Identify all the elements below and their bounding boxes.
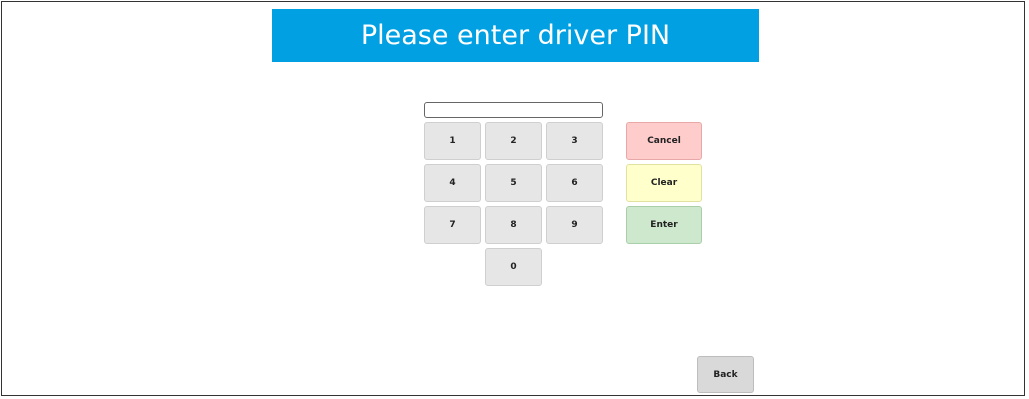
- keypad-key-6[interactable]: 6: [546, 164, 603, 202]
- keypad-key-9[interactable]: 9: [546, 206, 603, 244]
- keypad-key-0[interactable]: 0: [485, 248, 542, 286]
- page-title: Please enter driver PIN: [272, 9, 759, 62]
- keypad-key-4[interactable]: 4: [424, 164, 481, 202]
- enter-button[interactable]: Enter: [626, 206, 702, 244]
- keypad-key-8[interactable]: 8: [485, 206, 542, 244]
- keypad-key-2[interactable]: 2: [485, 122, 542, 160]
- keypad-key-3[interactable]: 3: [546, 122, 603, 160]
- keypad-key-1[interactable]: 1: [424, 122, 481, 160]
- pin-input[interactable]: [424, 102, 603, 118]
- back-button[interactable]: Back: [697, 356, 754, 393]
- keypad-key-7[interactable]: 7: [424, 206, 481, 244]
- keypad-key-5[interactable]: 5: [485, 164, 542, 202]
- clear-button[interactable]: Clear: [626, 164, 702, 202]
- cancel-button[interactable]: Cancel: [626, 122, 702, 160]
